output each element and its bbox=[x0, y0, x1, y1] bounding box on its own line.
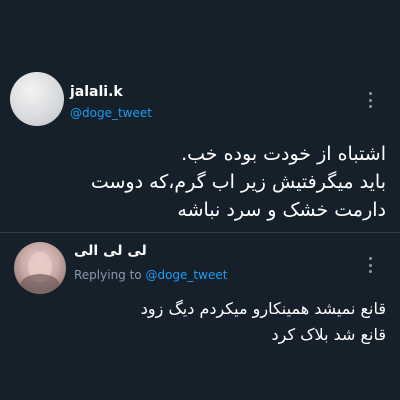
reply-display-name[interactable]: لی لی الی bbox=[74, 243, 154, 259]
more-options-icon[interactable] bbox=[368, 92, 372, 108]
main-tweet[interactable]: jalali.k @doge_tweet اشتباه از خودت بوده… bbox=[0, 0, 400, 232]
more-options-icon[interactable] bbox=[368, 257, 372, 273]
reply-tweet-line: قانع نمیشد همینکارو میکردم دیگ زود bbox=[140, 299, 386, 318]
replying-to-label: Replying to @doge_tweet bbox=[74, 268, 227, 282]
avatar-main[interactable] bbox=[10, 72, 64, 126]
main-tweet-text: اشتباه از خودت بوده خب. باید میگرفتیش زی… bbox=[14, 140, 386, 224]
replying-to-handle[interactable]: @doge_tweet bbox=[145, 268, 227, 282]
avatar-reply[interactable] bbox=[14, 242, 66, 294]
main-tweet-line: دارمت خشک و سرد نباشه bbox=[177, 199, 386, 221]
reply-tweet-line: قانع شد بلاک کرد bbox=[271, 325, 386, 344]
main-tweet-line: اشتباه از خودت بوده خب. bbox=[181, 143, 386, 165]
main-handle[interactable]: @doge_tweet bbox=[70, 106, 152, 120]
replying-prefix: Replying to bbox=[74, 268, 146, 282]
reply-tweet-text: قانع نمیشد همینکارو میکردم دیگ زود قانع … bbox=[80, 296, 386, 348]
reply-tweet[interactable]: لی لی الی Replying to @doge_tweet قانع ن… bbox=[0, 233, 400, 400]
main-display-name[interactable]: jalali.k bbox=[70, 84, 123, 100]
tweet-thread-screen: jalali.k @doge_tweet اشتباه از خودت بوده… bbox=[0, 0, 400, 400]
main-tweet-line: باید میگرفتیش زیر اب گرم،که دوست bbox=[90, 171, 386, 193]
